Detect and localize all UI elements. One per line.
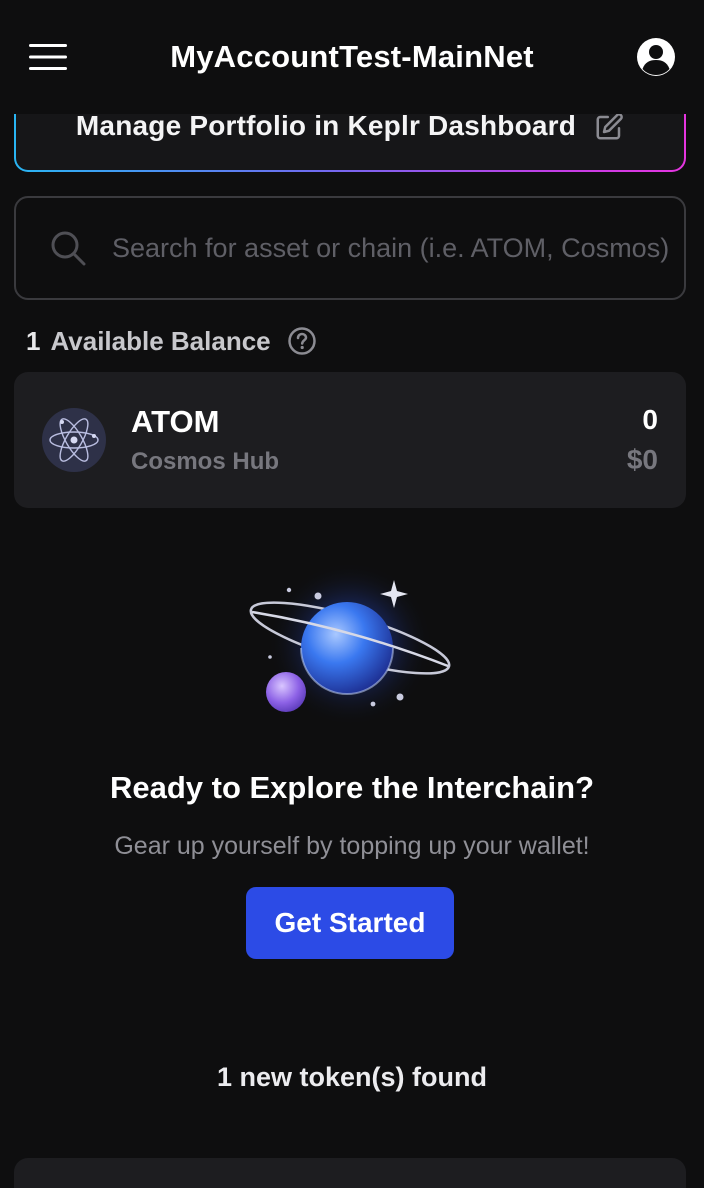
edit-icon — [594, 112, 624, 142]
account-circle-icon[interactable] — [636, 37, 676, 77]
token-amount: 0 — [642, 404, 658, 435]
search-bar — [14, 196, 686, 300]
token-values: 0 $0 — [627, 404, 658, 476]
token-symbol: ATOM — [131, 404, 220, 439]
available-balance-header: 1 Available Balance — [26, 322, 317, 360]
empty-state-subtitle: Gear up yourself by topping up your wall… — [114, 832, 590, 860]
planet-illustration — [232, 562, 472, 732]
manage-portfolio-label: Manage Portfolio in Keplr Dashboard — [75, 110, 577, 141]
token-info: ATOM Cosmos Hub — [131, 404, 279, 476]
search-icon — [48, 228, 88, 268]
account-name-title[interactable]: MyAccountTest-MainNet — [170, 39, 534, 75]
token-fiat-value: $0 — [626, 444, 658, 475]
get-started-button[interactable]: Get Started — [246, 887, 454, 959]
hamburger-menu-icon[interactable] — [28, 37, 68, 77]
cosmos-atom-icon — [42, 408, 106, 472]
new-tokens-found-label[interactable]: 1 new token(s) found — [0, 1062, 704, 1093]
search-input[interactable] — [112, 218, 684, 278]
balance-count: 1 — [26, 325, 41, 356]
top-header: MyAccountTest-MainNet — [0, 0, 704, 114]
token-chain-name: Cosmos Hub — [131, 448, 280, 475]
empty-state-title: Ready to Explore the Interchain? — [109, 770, 595, 805]
balance-label: Available Balance — [50, 325, 271, 356]
question-circle-icon[interactable] — [287, 326, 317, 356]
new-token-card[interactable] — [14, 1158, 686, 1188]
wallet-home-page: Manage Portfolio in Keplr Dashboard MyAc… — [0, 0, 704, 1188]
token-row-atom[interactable]: ATOM Cosmos Hub 0 $0 — [14, 372, 686, 508]
